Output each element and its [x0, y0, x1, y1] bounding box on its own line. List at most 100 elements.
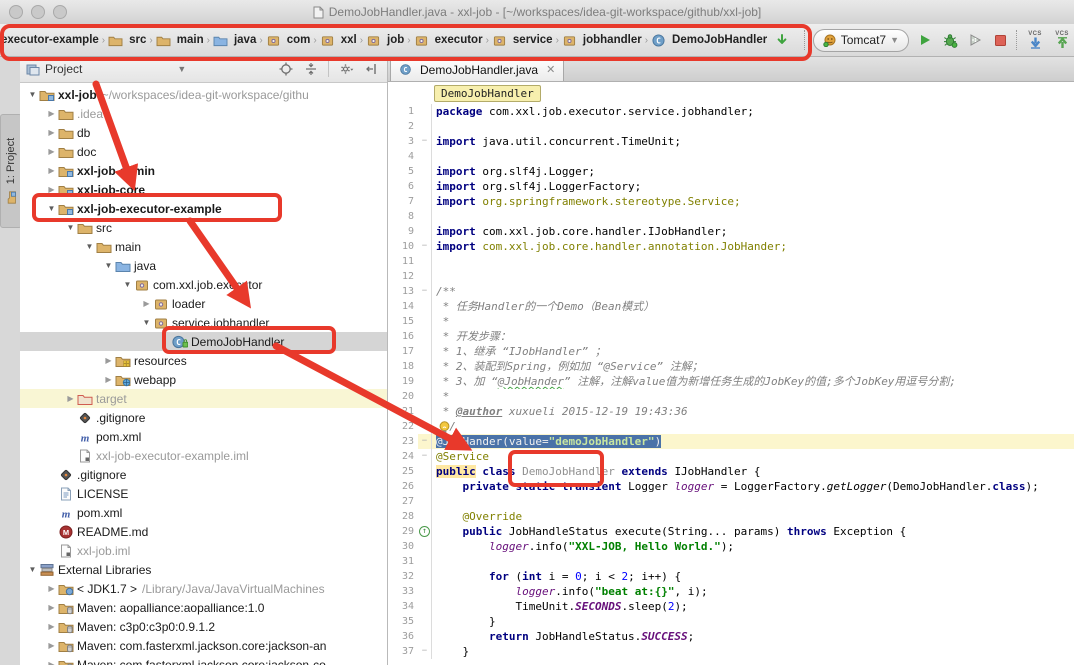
tree-item-xxl-job[interactable]: ▼xxl-job~/workspaces/idea-git-workspace/…: [20, 85, 387, 104]
editor-breadcrumb-chip[interactable]: DemoJobHandler: [434, 85, 541, 102]
code-line-7[interactable]: 7import org.springframework.stereotype.S…: [388, 194, 1074, 209]
code-line-15[interactable]: 15 *: [388, 314, 1074, 329]
code-line-23[interactable]: 23−@JobHander(value="demoJobHandler"): [388, 434, 1074, 449]
tree-item-xxl-job-core[interactable]: ▶xxl-job-core: [20, 180, 387, 199]
fold-marker-icon[interactable]: −: [418, 449, 432, 464]
tree-item-main[interactable]: ▼main: [20, 237, 387, 256]
chevron-expanded-icon[interactable]: ▼: [26, 565, 39, 574]
tree-item-loader[interactable]: ▶loader: [20, 294, 387, 313]
code-line-14[interactable]: 14 * 任务Handler的一个Demo（Bean模式）: [388, 299, 1074, 314]
editor-body[interactable]: DemoJobHandler 1package com.xxl.job.exec…: [388, 82, 1074, 665]
code-line-3[interactable]: 3−import java.util.concurrent.TimeUnit;: [388, 134, 1074, 149]
tree-item-pom-xml[interactable]: mpom.xml: [20, 427, 387, 446]
breadcrumb-item-java[interactable]: java: [213, 34, 256, 47]
tree-item-xxl-job-admin[interactable]: ▶xxl-job-admin: [20, 161, 387, 180]
code-line-33[interactable]: 33 logger.info("beat at:{}", i);: [388, 584, 1074, 599]
code-line-29[interactable]: 29↑ public JobHandleStatus execute(Strin…: [388, 524, 1074, 539]
chevron-expanded-icon[interactable]: ▼: [121, 280, 134, 289]
vcs-update-button[interactable]: VCS: [1025, 31, 1045, 49]
tree-item-xxl-job-executor-example-iml[interactable]: xxl-job-executor-example.iml: [20, 446, 387, 465]
tree-item-gitignore[interactable]: .gitignore: [20, 465, 387, 484]
chevron-expanded-icon[interactable]: ▼: [64, 223, 77, 232]
chevron-expanded-icon[interactable]: ▼: [102, 261, 115, 270]
vcs-commit-button[interactable]: VCS: [1052, 31, 1072, 49]
breadcrumb-item-xxl[interactable]: xxl: [320, 34, 357, 47]
tree-item-target[interactable]: ▶target: [20, 389, 387, 408]
tree-item-xxl-job-iml[interactable]: xxl-job.iml: [20, 541, 387, 560]
run-configuration-select[interactable]: Tomcat7 ▼: [813, 29, 909, 52]
chevron-collapsed-icon[interactable]: ▶: [64, 394, 77, 403]
breadcrumb-item-service[interactable]: service: [492, 34, 553, 47]
breadcrumb-item-job[interactable]: job: [366, 34, 404, 47]
tree-item-external-libraries[interactable]: ▼External Libraries: [20, 560, 387, 579]
code-line-19[interactable]: 19 * 3、加 “@JobHander” 注解，注解value值为新增任务生成…: [388, 374, 1074, 389]
chevron-collapsed-icon[interactable]: ▶: [102, 356, 115, 365]
tree-item-demojobhandler[interactable]: CDemoJobHandler: [20, 332, 387, 351]
chevron-expanded-icon[interactable]: ▼: [26, 90, 39, 99]
chevron-collapsed-icon[interactable]: ▶: [45, 185, 58, 194]
code-line-22[interactable]: 22 */: [388, 419, 1074, 434]
tree-item-maven-com-fasterxml-jackson-core-jackson-co[interactable]: ▶Maven: com.fasterxml.jackson.core:jacks…: [20, 655, 387, 665]
tree-item-src[interactable]: ▼src: [20, 218, 387, 237]
code-line-11[interactable]: 11: [388, 254, 1074, 269]
code-line-18[interactable]: 18 * 2、装配到Spring，例如加 “@Service” 注解；: [388, 359, 1074, 374]
tree-item-db[interactable]: ▶db: [20, 123, 387, 142]
debug-button[interactable]: [941, 31, 959, 49]
tree-item-maven-aopalliance-aopalliance-1-0[interactable]: ▶Maven: aopalliance:aopalliance:1.0: [20, 598, 387, 617]
breadcrumb-item-main[interactable]: main: [156, 34, 204, 47]
fold-marker-icon[interactable]: −: [418, 284, 432, 299]
tree-item-maven-c3p0-c3p0-0-9-1-2[interactable]: ▶Maven: c3p0:c3p0:0.9.1.2: [20, 617, 387, 636]
tree-item-idea[interactable]: ▶.idea: [20, 104, 387, 123]
chevron-down-icon[interactable]: ▼: [177, 64, 186, 74]
code-line-1[interactable]: 1package com.xxl.job.executor.service.jo…: [388, 104, 1074, 119]
tree-item-maven-com-fasterxml-jackson-core-jackson-an[interactable]: ▶Maven: com.fasterxml.jackson.core:jacks…: [20, 636, 387, 655]
tree-item-doc[interactable]: ▶doc: [20, 142, 387, 161]
code-line-9[interactable]: 9import com.xxl.job.core.handler.IJobHan…: [388, 224, 1074, 239]
chevron-collapsed-icon[interactable]: ▶: [45, 660, 58, 665]
tree-item-service-jobhandler[interactable]: ▼service.jobhandler: [20, 313, 387, 332]
code-line-24[interactable]: 24−@Service: [388, 449, 1074, 464]
code-line-12[interactable]: 12: [388, 269, 1074, 284]
chevron-expanded-icon[interactable]: ▼: [45, 204, 58, 213]
stop-button[interactable]: [991, 31, 1009, 49]
editor-tab-demojobhandler[interactable]: C DemoJobHandler.java ✕: [390, 57, 564, 81]
tree-item-jdk1-7[interactable]: ▶< JDK1.7 >/Library/Java/JavaVirtualMach…: [20, 579, 387, 598]
chevron-collapsed-icon[interactable]: ▶: [45, 166, 58, 175]
settings-gear-button[interactable]: [336, 59, 356, 79]
code-line-4[interactable]: 4: [388, 149, 1074, 164]
fold-marker-icon[interactable]: −: [418, 644, 432, 659]
breadcrumb-item-jobhandler[interactable]: jobhandler: [562, 34, 642, 47]
run-button[interactable]: [916, 31, 934, 49]
breadcrumb-item-executor[interactable]: executor: [414, 34, 483, 47]
code-line-5[interactable]: 5import org.slf4j.Logger;: [388, 164, 1074, 179]
code-line-35[interactable]: 35 }: [388, 614, 1074, 629]
breadcrumb-item-demojobhandler[interactable]: CDemoJobHandler: [651, 34, 767, 47]
code-line-21[interactable]: 21 * @author xuxueli 2015-12-19 19:43:36: [388, 404, 1074, 419]
code-line-13[interactable]: 13−/**: [388, 284, 1074, 299]
project-tool-window-tab[interactable]: 1: Project: [0, 114, 22, 228]
chevron-collapsed-icon[interactable]: ▶: [45, 641, 58, 650]
code-line-6[interactable]: 6import org.slf4j.LoggerFactory;: [388, 179, 1074, 194]
code-line-8[interactable]: 8: [388, 209, 1074, 224]
code-line-25[interactable]: 25public class DemoJobHandler extends IJ…: [388, 464, 1074, 479]
code-line-30[interactable]: 30 logger.info("XXL-JOB, Hello World.");: [388, 539, 1074, 554]
run-with-coverage-button[interactable]: [966, 31, 984, 49]
code-line-31[interactable]: 31: [388, 554, 1074, 569]
chevron-collapsed-icon[interactable]: ▶: [102, 375, 115, 384]
tree-item-com-xxl-job-executor[interactable]: ▼com.xxl.job.executor: [20, 275, 387, 294]
chevron-expanded-icon[interactable]: ▼: [140, 318, 153, 327]
chevron-collapsed-icon[interactable]: ▶: [140, 299, 153, 308]
code-line-27[interactable]: 27: [388, 494, 1074, 509]
tree-item-xxl-job-executor-example[interactable]: ▼xxl-job-executor-example: [20, 199, 387, 218]
override-method-icon[interactable]: ↑: [418, 524, 432, 539]
fold-marker-icon[interactable]: −: [418, 134, 432, 149]
chevron-collapsed-icon[interactable]: ▶: [45, 603, 58, 612]
tree-item-license[interactable]: LICENSE: [20, 484, 387, 503]
green-down-arrow-icon[interactable]: [773, 31, 791, 49]
collapse-all-button[interactable]: [301, 59, 321, 79]
code-line-34[interactable]: 34 TimeUnit.SECONDS.sleep(2);: [388, 599, 1074, 614]
tree-item-resources[interactable]: ▶resources: [20, 351, 387, 370]
chevron-collapsed-icon[interactable]: ▶: [45, 622, 58, 631]
code-line-10[interactable]: 10−import com.xxl.job.core.handler.annot…: [388, 239, 1074, 254]
chevron-expanded-icon[interactable]: ▼: [83, 242, 96, 251]
